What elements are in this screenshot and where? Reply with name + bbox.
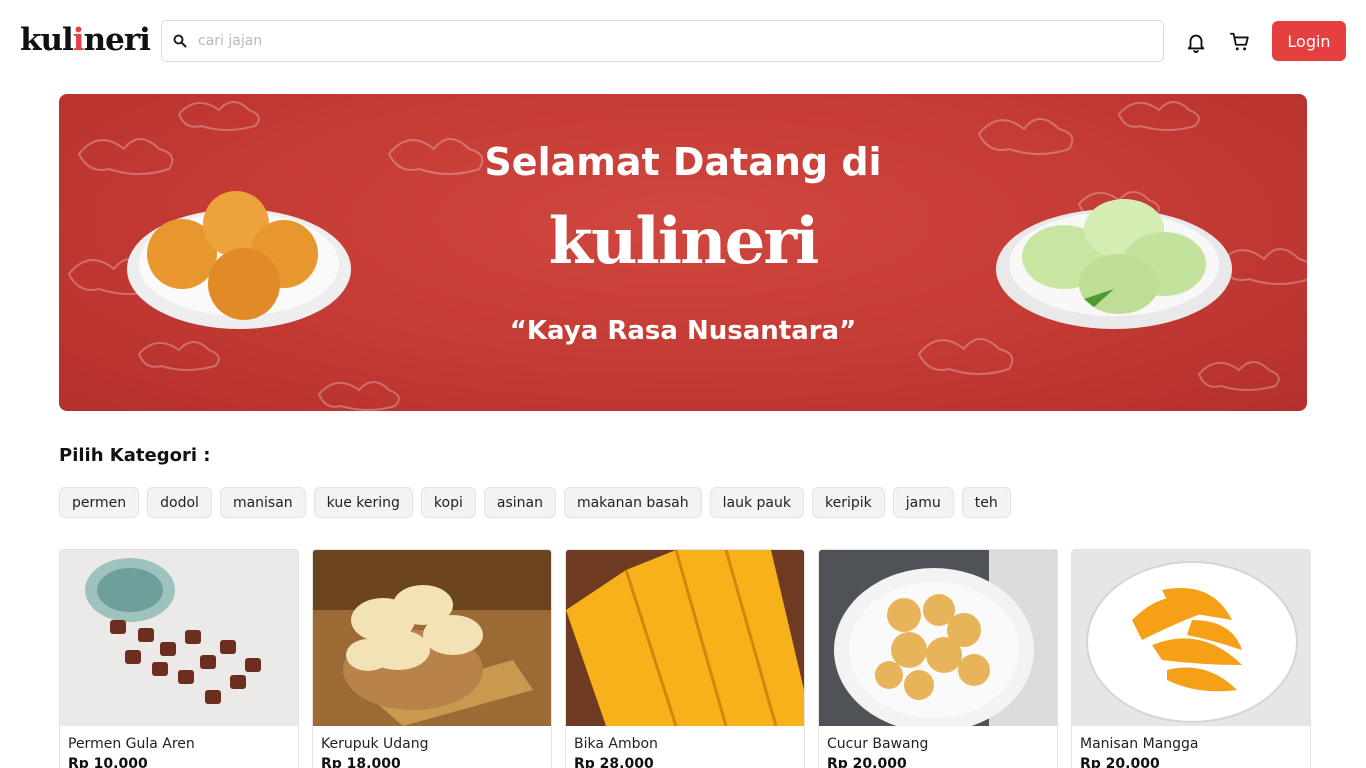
search-icon [162,34,198,48]
banner-tagline: “Kaya Rasa Nusantara” [509,316,857,346]
logo-text: kulineri [20,22,151,58]
product-image [819,550,1057,726]
product-card[interactable]: Bika Ambon Rp 28.000 [565,549,805,768]
product-price: Rp 18.000 [321,756,401,768]
product-card[interactable]: Kerupuk Udang Rp 18.000 [312,549,552,768]
product-name: Cucur Bawang [827,736,929,752]
category-chip-manisan[interactable]: manisan [219,487,306,518]
search-bar[interactable] [161,20,1164,62]
category-chip-makanan-basah[interactable]: makanan basah [563,487,702,518]
logo[interactable]: kulineri [20,20,151,60]
product-image [60,550,298,726]
category-title: Pilih Kategori : [59,445,211,466]
notification-button[interactable] [1183,29,1209,55]
product-image [1072,550,1310,726]
search-input[interactable] [198,21,1163,61]
product-card[interactable]: Permen Gula Aren Rp 10.000 [59,549,299,768]
product-image [566,550,804,726]
category-chip-permen[interactable]: permen [59,487,140,518]
product-grid: Permen Gula Aren Rp 10.000 Kerupuk Udang… [59,549,1311,768]
category-chip-keripik[interactable]: keripik [811,487,885,518]
product-name: Permen Gula Aren [68,736,195,752]
product-name: Bika Ambon [574,736,658,752]
cart-button[interactable] [1227,29,1253,55]
product-price: Rp 20.000 [1080,756,1160,768]
category-chip-dodol[interactable]: dodol [147,487,212,518]
product-price: Rp 20.000 [827,756,907,768]
category-list: permen dodol manisan kue kering kopi asi… [59,487,1011,518]
category-chip-kopi[interactable]: kopi [420,487,476,518]
product-price: Rp 10.000 [68,756,148,768]
product-price: Rp 28.000 [574,756,654,768]
cart-icon [1229,32,1249,51]
category-chip-asinan[interactable]: asinan [483,487,556,518]
product-image [313,550,551,726]
banner-title: Selamat Datang di [484,140,882,184]
category-chip-kue-kering[interactable]: kue kering [313,487,413,518]
login-button[interactable]: Login [1272,21,1346,61]
bell-icon [1187,34,1205,53]
hero-banner[interactable]: Selamat Datang di kulineri “Kaya Rasa Nu… [59,94,1307,411]
category-chip-jamu[interactable]: jamu [892,487,954,518]
product-card[interactable]: Cucur Bawang Rp 20.000 [818,549,1058,768]
category-chip-lauk-pauk[interactable]: lauk pauk [709,487,804,518]
banner-logo: kulineri [548,204,820,279]
product-name: Kerupuk Udang [321,736,429,752]
category-chip-teh[interactable]: teh [961,487,1011,518]
product-card[interactable]: Manisan Mangga Rp 20.000 [1071,549,1311,768]
product-name: Manisan Mangga [1080,736,1199,752]
